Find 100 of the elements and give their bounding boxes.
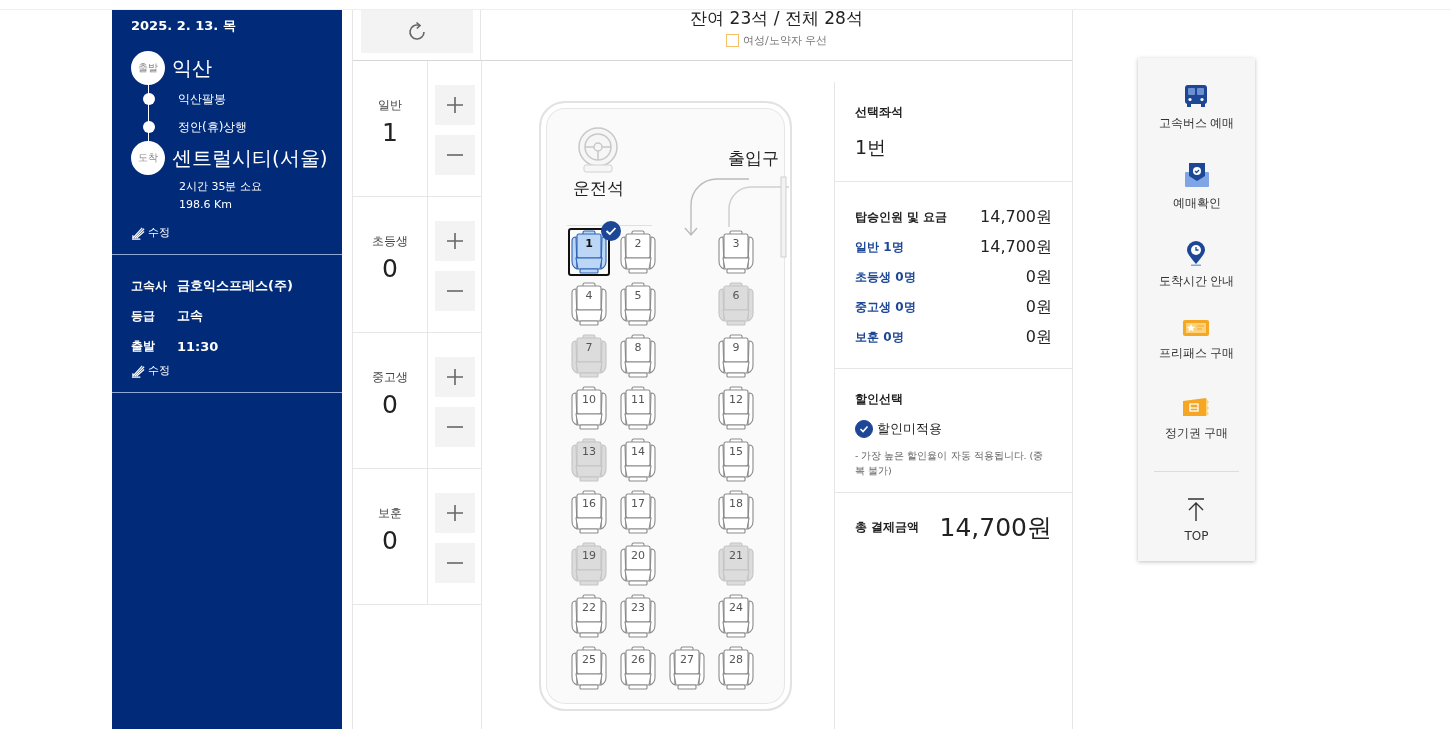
edit-link[interactable]: 수정 xyxy=(131,225,170,240)
seat[interactable]: 22 xyxy=(569,593,609,639)
plus-icon xyxy=(445,96,464,114)
passenger-count: 0 xyxy=(382,390,398,419)
seat[interactable]: 8 xyxy=(618,333,658,379)
top-button[interactable]: TOP xyxy=(1184,498,1209,543)
seat[interactable]: 2 xyxy=(618,229,658,275)
seat[interactable]: 11 xyxy=(618,385,658,431)
fare-amount: 0원 xyxy=(1025,296,1052,318)
minus-icon xyxy=(445,290,464,292)
quick-menu-item[interactable]: 고속버스 예매 xyxy=(1158,84,1235,162)
quick-menu-item[interactable]: 예매확인 xyxy=(1172,162,1221,240)
seat-count-title: 잔여 23석 / 전체 28석 xyxy=(690,10,863,30)
seat[interactable]: 15 xyxy=(716,437,756,483)
trip-date: 2025. 2. 13. 목 xyxy=(130,17,237,35)
seat[interactable]: 20 xyxy=(618,541,658,587)
departure-badge: 출발 xyxy=(131,51,165,85)
plus-button[interactable] xyxy=(434,357,475,397)
seat[interactable]: 17 xyxy=(618,489,658,535)
plus-icon xyxy=(445,504,464,522)
fare-amount: 14,700원 xyxy=(980,206,1052,228)
seat[interactable]: 6 xyxy=(716,281,756,327)
passenger-type: 일반 xyxy=(378,97,402,114)
seat[interactable]: 21 xyxy=(716,541,756,587)
seat[interactable]: 4 xyxy=(569,281,609,327)
seat[interactable]: 19 xyxy=(569,541,609,587)
quick-menu-item[interactable]: 프리패스 구매 xyxy=(1158,318,1235,396)
seat[interactable]: 26 xyxy=(618,645,658,691)
info-value: 11:30 xyxy=(177,338,219,354)
seat[interactable]: 25 xyxy=(569,645,609,691)
legend-swatch xyxy=(725,34,739,47)
minus-icon xyxy=(445,154,464,156)
info-value: 고속 xyxy=(177,307,203,325)
seat[interactable]: 23 xyxy=(618,593,658,639)
fare-label: 일반 1명 xyxy=(855,238,904,256)
passenger-count: 0 xyxy=(382,254,398,283)
check-icon xyxy=(858,423,870,435)
passenger-count: 1 xyxy=(382,118,398,147)
bus-icon xyxy=(1183,84,1210,108)
seat[interactable]: 24 xyxy=(716,593,756,639)
fare-amount: 0원 xyxy=(1025,266,1052,288)
selected-seat-value: 1번 xyxy=(855,135,888,160)
passenger-type: 중고생 xyxy=(372,369,408,386)
discount-option[interactable]: 할인미적용 xyxy=(855,420,1052,438)
pencil-icon xyxy=(131,225,146,240)
fare-amount: 0원 xyxy=(1025,326,1052,348)
fare-label: 초등생 0명 xyxy=(855,268,916,286)
seat[interactable]: 27 xyxy=(667,645,707,691)
edit-link[interactable]: 수정 xyxy=(131,363,170,378)
seat[interactable]: 28 xyxy=(716,645,756,691)
envelope-check-icon xyxy=(1183,162,1210,188)
entrance-label: 출입구 xyxy=(728,147,779,170)
total-amount: 14,700원 xyxy=(939,512,1052,545)
minus-icon xyxy=(445,426,464,428)
plus-button[interactable] xyxy=(434,221,475,261)
seat[interactable]: 10 xyxy=(569,385,609,431)
seat[interactable]: 14 xyxy=(618,437,658,483)
plus-icon xyxy=(445,232,464,250)
info-label: 고속사 xyxy=(131,277,168,295)
selected-seat-label: 선택좌석 xyxy=(855,104,904,121)
quick-menu-item[interactable]: 도착시간 안내 xyxy=(1158,240,1235,318)
total-label: 총 결제금액 xyxy=(855,519,920,537)
seat[interactable]: 3 xyxy=(716,229,756,275)
trip-duration: 2시간 35분 소요 xyxy=(179,179,263,194)
discount-note: - 가장 높은 할인율이 자동 적용됩니다. (중복 불가) xyxy=(855,449,1045,479)
passenger-count: 0 xyxy=(382,526,398,555)
check-badge-icon xyxy=(601,221,621,241)
plus-button[interactable] xyxy=(434,493,475,533)
info-label: 등급 xyxy=(131,307,156,325)
passenger-type: 초등생 xyxy=(372,233,408,250)
departure-name: 익산 xyxy=(172,54,212,82)
stopover-name: 익산팔봉 xyxy=(178,90,226,108)
seat[interactable]: 9 xyxy=(716,333,756,379)
plus-icon xyxy=(445,368,464,386)
passenger-type: 보훈 xyxy=(378,505,402,522)
steering-wheel-icon xyxy=(576,125,620,173)
arrival-badge: 도착 xyxy=(131,141,165,175)
arrow-up-icon xyxy=(1187,498,1206,522)
quick-menu-item[interactable]: 정기권 구매 xyxy=(1164,396,1229,474)
fare-amount: 14,700원 xyxy=(980,236,1052,258)
seat[interactable]: 18 xyxy=(716,489,756,535)
info-value: 금호익스프레스(주) xyxy=(177,277,293,295)
seat[interactable]: 16 xyxy=(569,489,609,535)
seat[interactable]: 5 xyxy=(618,281,658,327)
fare-label: 탑승인원 및 요금 xyxy=(855,208,948,226)
arrival-name: 센트럴시티(서울) xyxy=(172,144,328,172)
seat[interactable]: 12 xyxy=(716,385,756,431)
fare-label: 중고생 0명 xyxy=(855,298,916,316)
seat[interactable]: 1 xyxy=(569,229,609,275)
map-pin-clock-icon xyxy=(1185,240,1208,266)
discount-label: 할인선택 xyxy=(855,391,904,408)
ticket-icon xyxy=(1182,396,1211,418)
checkbox[interactable] xyxy=(855,420,873,438)
pencil-icon xyxy=(131,363,146,378)
info-label: 출발 xyxy=(131,337,156,355)
minus-icon xyxy=(445,562,464,564)
plus-button[interactable] xyxy=(434,85,475,125)
seat[interactable]: 13 xyxy=(569,437,609,483)
fare-label: 보훈 0명 xyxy=(855,328,904,346)
seat[interactable]: 7 xyxy=(569,333,609,379)
